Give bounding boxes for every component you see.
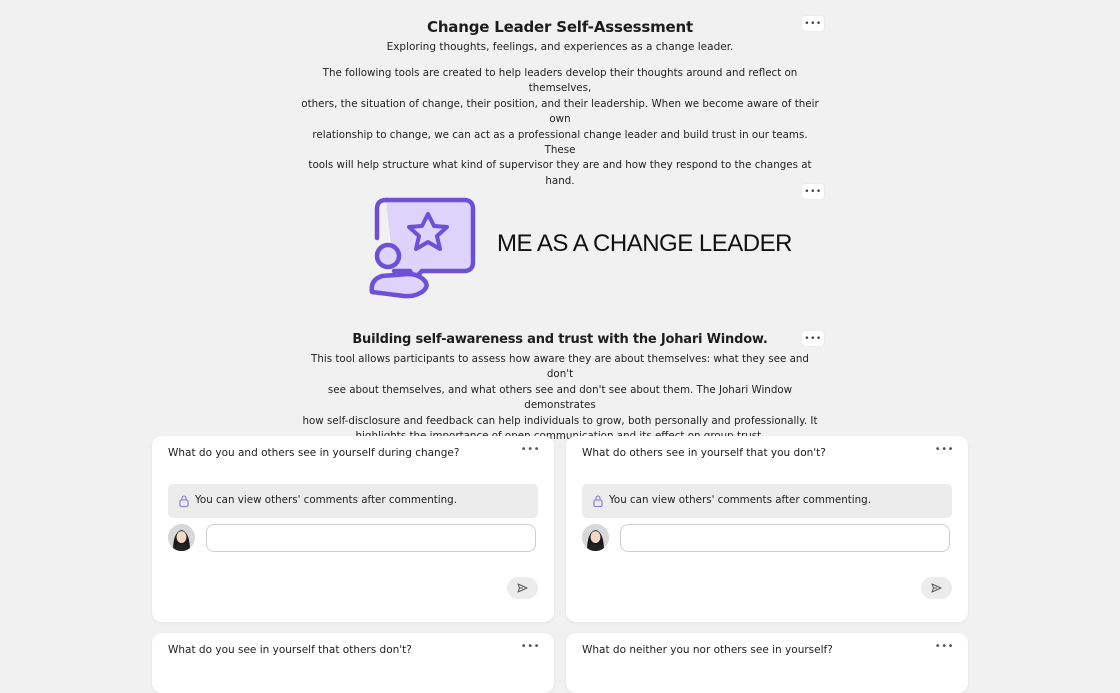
question-card: What do neither you nor others see in yo… (566, 633, 968, 693)
card-more-button[interactable]: ••• (521, 641, 540, 652)
lock-icon (179, 495, 189, 507)
send-button[interactable] (507, 577, 538, 599)
send-button[interactable] (921, 577, 952, 599)
card-more-button[interactable]: ••• (935, 444, 954, 455)
comment-input[interactable] (206, 524, 536, 552)
more-icon: ••• (804, 333, 822, 344)
comment-notice: You can view others' comments after comm… (582, 484, 952, 518)
banner-more-button[interactable]: ••• (802, 184, 824, 199)
intro-line: tools will help structure what kind of s… (308, 159, 812, 187)
johari-line: This tool allows participants to assess … (311, 353, 809, 381)
intro-line: others, the situation of change, their p… (301, 97, 819, 126)
header-more-button[interactable]: ••• (802, 16, 824, 31)
card-question: What do neither you nor others see in yo… (582, 644, 833, 656)
johari-line: see about themselves, and what others se… (327, 383, 793, 412)
card-more-button[interactable]: ••• (935, 641, 954, 652)
send-icon (931, 583, 942, 593)
intro-line: relationship to change, we can act as a … (312, 128, 808, 157)
card-question: What do others see in yourself that you … (582, 447, 826, 459)
avatar (168, 524, 195, 551)
johari-description: This tool allows participants to assess … (300, 352, 820, 444)
johari-line: how self-disclosure and feedback can hel… (302, 414, 818, 427)
card-more-button[interactable]: ••• (521, 444, 540, 455)
more-icon: ••• (804, 18, 822, 29)
question-card: What do you see in yourself that others … (152, 633, 554, 693)
lock-icon (593, 495, 603, 507)
send-icon (517, 583, 528, 593)
johari-more-button[interactable]: ••• (802, 331, 824, 346)
person-star-chat-icon (369, 197, 476, 299)
card-question: What do you see in yourself that others … (168, 644, 412, 656)
notice-text: You can view others' comments after comm… (609, 494, 871, 506)
notice-text: You can view others' comments after comm… (195, 494, 457, 506)
card-question: What do you and others see in yourself d… (168, 447, 460, 459)
more-icon: ••• (804, 186, 822, 197)
johari-title: Building self-awareness and trust with t… (352, 332, 768, 347)
intro-line: The following tools are created to help … (322, 67, 798, 95)
question-card: What do others see in yourself that you … (566, 436, 968, 622)
banner-image: ME AS A CHANGE LEADER (360, 196, 800, 302)
page-title: Change Leader Self-Assessment (427, 18, 693, 36)
avatar (582, 524, 609, 551)
question-card: What do you and others see in yourself d… (152, 436, 554, 622)
comment-notice: You can view others' comments after comm… (168, 484, 538, 518)
banner-title: ME AS A CHANGE LEADER (497, 230, 792, 257)
intro-paragraph: The following tools are created to help … (300, 66, 820, 189)
comment-input[interactable] (620, 524, 950, 552)
page-subtitle: Exploring thoughts, feelings, and experi… (386, 41, 734, 53)
